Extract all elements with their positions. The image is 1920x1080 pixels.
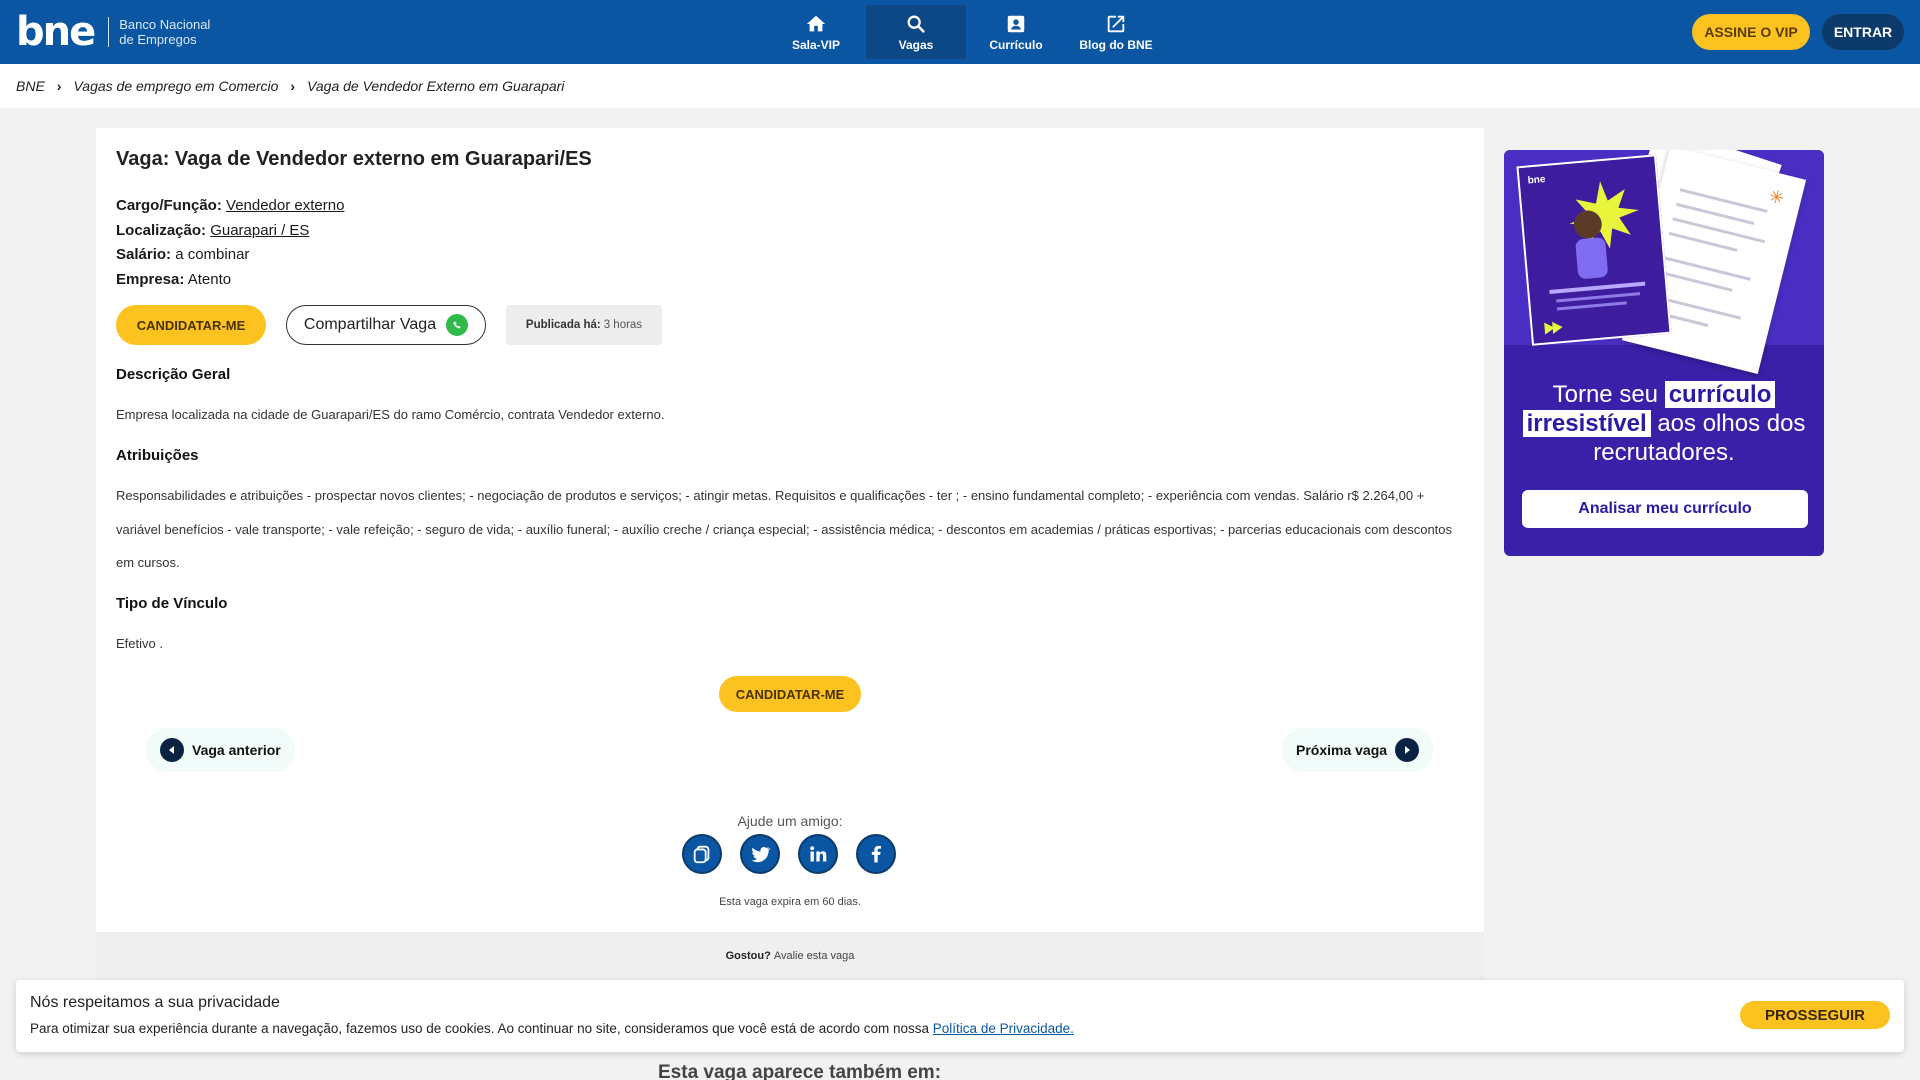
cookie-body: Para otimizar sua experiência durante a … (30, 1021, 930, 1036)
vinculo-text: Efetivo . (116, 636, 163, 651)
external-link-icon (1107, 15, 1125, 32)
next-job-button[interactable]: Próxima vaga (1282, 728, 1434, 772)
cookie-title: Nós respeitamos a sua privacidade (30, 994, 280, 1011)
curriculum-ad-banner[interactable]: ✳ bne Torne seu currículo irresistível a… (1504, 150, 1824, 556)
main-nav: Sala-VIP Vagas Currículo Blog do BNE (766, 5, 1166, 59)
nav-curriculo[interactable]: Currículo (966, 5, 1066, 59)
logo-line-1: Banco Nacional (119, 17, 211, 32)
share-icons (682, 834, 896, 874)
previous-label: Vaga anterior (192, 742, 281, 758)
bne-logo[interactable]: bne Banco Nacional de Empregos (16, 9, 210, 55)
empresa-value: Atento (187, 270, 232, 288)
ad-line1-pre: Torne seu (1552, 381, 1659, 408)
logo-mark: bne (16, 9, 96, 55)
published-badge: Publicada há: 3 horas (506, 305, 662, 345)
rate-job-bar[interactable]: Gostou? Avalie esta vaga (96, 932, 1484, 980)
svg-text:✳: ✳ (1767, 186, 1786, 209)
breadcrumb-item-bne[interactable]: BNE (16, 78, 45, 94)
badge-icon (1007, 15, 1025, 32)
help-friend-label: Ajude um amigo: (737, 813, 843, 829)
apply-button[interactable]: CANDIDATAR-ME (116, 305, 266, 345)
nav-vagas[interactable]: Vagas (866, 5, 966, 59)
nav-sala-vip[interactable]: Sala-VIP (766, 5, 866, 59)
rate-text: Avalie esta vaga (773, 950, 855, 962)
job-meta: Cargo/Função: Vendedor externo Localizaç… (116, 194, 344, 292)
entrar-button[interactable]: ENTRAR (1822, 14, 1904, 50)
linkedin-icon[interactable] (798, 834, 838, 874)
privacy-policy-link[interactable]: Política de Privacidade. (933, 1021, 1074, 1036)
apply-button-bottom[interactable]: CANDIDATAR-ME (719, 676, 861, 712)
breadcrumb: BNE › Vagas de emprego em Comercio › Vag… (0, 64, 1920, 108)
nav-label: Vagas (898, 37, 934, 52)
ad-illustration: ✳ bne (1504, 150, 1824, 374)
search-icon (907, 15, 925, 33)
rate-bold: Gostou? (725, 950, 771, 962)
ad-line2-highlight: irresistível (1522, 410, 1651, 437)
local-label: Localização: (116, 221, 207, 239)
ad-line3: recrutadores. (1593, 439, 1735, 466)
cookie-text: Para otimizar sua experiência durante a … (30, 1021, 1074, 1036)
ad-line1-highlight: currículo (1664, 381, 1776, 408)
whatsapp-icon (446, 314, 469, 336)
expiration-text: Esta vaga expira em 60 dias. (719, 896, 861, 908)
cargo-label: Cargo/Função: (116, 197, 222, 214)
chevron-right-icon: › (56, 78, 62, 94)
share-job-button[interactable]: Compartilhar Vaga (286, 305, 486, 345)
top-bar: bne Banco Nacional de Empregos Sala-VIP … (0, 0, 1920, 64)
ad-report-cover: bne (1516, 154, 1672, 346)
published-label: Publicada há: (525, 319, 601, 331)
nav-label: Sala-VIP (791, 37, 841, 52)
facebook-icon[interactable] (856, 834, 896, 874)
breadcrumb-item-current: Vaga de Vendedor Externo em Guarapari (307, 78, 565, 94)
salario-label: Salário: (116, 246, 172, 263)
description-text: Empresa localizada na cidade de Guarapar… (116, 407, 665, 422)
logo-line-2: de Empregos (119, 32, 197, 47)
description-heading: Descrição Geral (116, 366, 231, 383)
attributions-heading: Atribuições (116, 447, 199, 464)
home-icon (806, 15, 826, 31)
ad-line2-post: aos olhos dos (1657, 410, 1806, 437)
attributions-text: Responsabilidades e atribuições - prospe… (116, 488, 1453, 570)
logo-divider (108, 17, 110, 47)
assine-vip-button[interactable]: ASSINE O VIP (1692, 14, 1810, 50)
prosseguir-button[interactable]: PROSSEGUIR (1740, 1001, 1890, 1029)
nav-label: Currículo (989, 37, 1043, 52)
published-value: 3 horas (603, 319, 643, 331)
logo-text: Banco Nacional de Empregos (119, 17, 210, 47)
also-appears-heading: Esta vaga aparece também em: (658, 1062, 942, 1080)
twitter-icon[interactable] (740, 834, 780, 874)
job-card: Vaga: Vaga de Vendedor externo em Guarap… (96, 128, 1484, 980)
ad-headline: Torne seu currículo irresistível aos olh… (1504, 380, 1824, 467)
chevron-left-icon (160, 738, 184, 762)
empresa-label: Empresa: (116, 270, 185, 288)
job-title: Vaga: Vaga de Vendedor externo em Guarap… (116, 148, 592, 170)
vinculo-heading: Tipo de Vínculo (116, 595, 228, 612)
chevron-right-icon: › (290, 78, 296, 94)
chevron-right-icon (1395, 738, 1420, 762)
next-label: Próxima vaga (1296, 742, 1388, 758)
nav-label: Blog do BNE (1079, 37, 1153, 52)
cookie-banner: Nós respeitamos a sua privacidade Para o… (16, 980, 1904, 1052)
salario-value: a combinar (175, 246, 250, 263)
analyze-cv-button[interactable]: Analisar meu currículo (1522, 490, 1808, 528)
nav-blog[interactable]: Blog do BNE (1066, 5, 1166, 59)
copy-icon[interactable] (682, 834, 722, 874)
share-label: Compartilhar Vaga (303, 316, 437, 333)
local-link[interactable]: Guarapari / ES (210, 222, 309, 239)
breadcrumb-item-category[interactable]: Vagas de emprego em Comercio (73, 78, 278, 94)
previous-job-button[interactable]: Vaga anterior (146, 728, 295, 772)
cargo-link[interactable]: Vendedor externo (226, 197, 344, 214)
